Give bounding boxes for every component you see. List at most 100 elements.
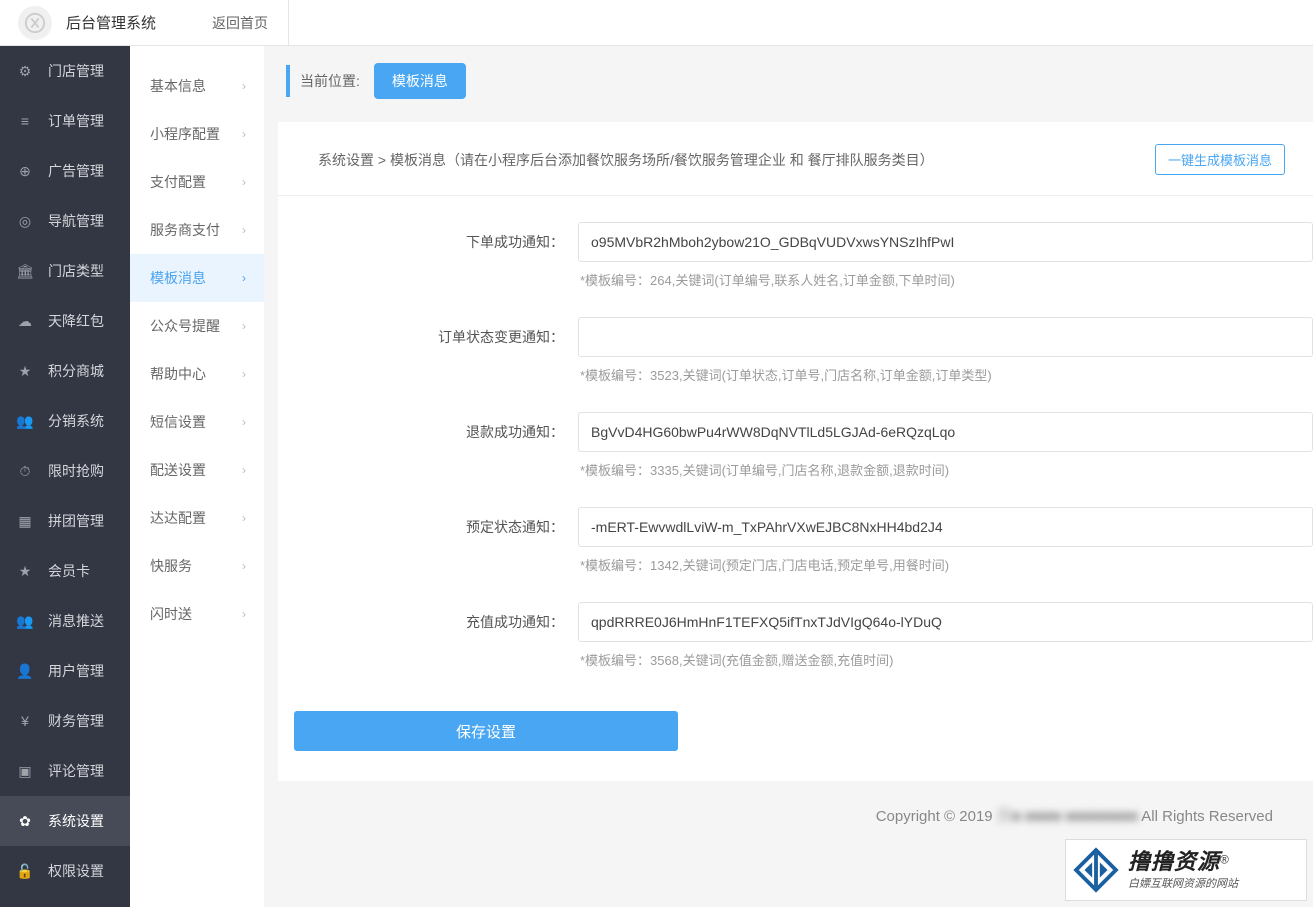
back-home-link[interactable]: 返回首页 [192,0,289,46]
watermark-title: 撸撸资源 [1128,849,1220,874]
footer-prefix: Copyright © 2019 [876,808,997,825]
primary-nav-item-8[interactable]: ⏱限时抢购 [0,446,130,496]
breadcrumb-badge[interactable]: 模板消息 [374,63,466,99]
secondary-nav-label: 闪时送 [150,604,192,624]
chevron-right-icon: › [242,127,246,141]
chevron-right-icon: › [242,175,246,189]
secondary-nav-label: 支付配置 [150,172,206,192]
primary-nav-label: 系统设置 [48,811,104,831]
secondary-nav-label: 快服务 [150,556,192,576]
secondary-nav-item-7[interactable]: 短信设置 › [130,398,264,446]
save-button[interactable]: 保存设置 [294,711,678,751]
primary-nav-label: 会员卡 [48,561,90,581]
panel-header: 系统设置 > 模板消息（请在小程序后台添加餐饮服务场所/餐饮服务管理企业 和 餐… [278,144,1313,196]
form-row-0: 下单成功通知：*模板编号：264,关键词(订单编号,联系人姓名,订单金额,下单时… [278,222,1313,307]
chevron-right-icon: › [242,511,246,525]
watermark-reg: ® [1220,852,1229,866]
chevron-right-icon: › [242,415,246,429]
secondary-nav-label: 短信设置 [150,412,206,432]
primary-nav-item-12[interactable]: 👤 用户管理 [0,646,130,696]
primary-nav-item-5[interactable]: ☁天降红包 [0,296,130,346]
secondary-nav-item-0[interactable]: 基本信息 › [130,62,264,110]
secondary-sidebar: 基本信息›小程序配置›支付配置›服务商支付›模板消息›公众号提醒›帮助中心›短信… [130,46,264,907]
chevron-right-icon: › [242,607,246,621]
chevron-right-icon: › [242,559,246,573]
primary-nav-item-2[interactable]: ⊕ 广告管理 [0,146,130,196]
primary-nav-item-4[interactable]: 🏛门店类型 [0,246,130,296]
primary-nav-item-0[interactable]: ⚙门店管理 [0,46,130,96]
primary-nav-label: 用户管理 [48,661,104,681]
form-hint: *模板编号：3568,关键词(充值金额,赠送金额,充值时间) [578,650,1313,669]
comment-icon: ▣ [16,762,34,780]
primary-nav-item-9[interactable]: ▦拼团管理 [0,496,130,546]
secondary-nav-item-6[interactable]: 帮助中心› [130,350,264,398]
system-title: 后台管理系统 [66,12,156,33]
footer-suffix: All Rights Reserved [1138,808,1273,825]
template-id-input-3[interactable] [578,507,1313,547]
secondary-nav-label: 小程序配置 [150,124,220,144]
primary-nav-label: 财务管理 [48,711,104,731]
primary-nav-item-11[interactable]: 👥 消息推送 [0,596,130,646]
primary-nav-label: 门店管理 [48,61,104,81]
secondary-nav-item-5[interactable]: 公众号提醒› [130,302,264,350]
gear-icon: ✿ [16,812,34,830]
globe-icon: ⊕ [16,162,34,180]
primary-nav-label: 广告管理 [48,161,104,181]
primary-nav-item-15[interactable]: ✿ 系统设置 [0,796,130,846]
clock-icon: ⏱ [16,462,34,480]
secondary-nav-item-10[interactable]: 快服务 › [130,542,264,590]
primary-nav-item-1[interactable]: ≡订单管理 [0,96,130,146]
form-row-3: 预定状态通知：*模板编号：1342,关键词(预定门店,门店电话,预定单号,用餐时… [278,507,1313,592]
secondary-nav-item-4[interactable]: 模板消息› [130,254,264,302]
cloud-icon: ☁ [16,312,34,330]
watermark-logo-icon [1072,846,1120,894]
chevron-right-icon: › [242,223,246,237]
star-icon: ★ [16,562,34,580]
primary-nav-item-13[interactable]: ¥ 财务管理 [0,696,130,746]
primary-nav-item-3[interactable]: ◎导航管理 [0,196,130,246]
user-icon: 👤 [16,662,34,680]
chevron-right-icon: › [242,79,246,93]
template-id-input-0[interactable] [578,222,1313,262]
primary-sidebar: ⚙门店管理≡订单管理 ⊕ 广告管理 ◎导航管理🏛门店类型☁天降红包 ★ 积分商城 👥分销系统… [0,46,130,907]
secondary-nav-item-11[interactable]: 闪时送 › [130,590,264,638]
yen-icon: ¥ [16,712,34,730]
template-id-input-1[interactable] [578,317,1313,357]
primary-nav-label: 门店类型 [48,261,104,281]
form-hint: *模板编号：264,关键词(订单编号,联系人姓名,订单金额,下单时间) [578,270,1313,289]
main-content: 当前位置: 模板消息 系统设置 > 模板消息（请在小程序后台添加餐饮服务场所/餐… [264,46,1313,907]
star-icon: ★ [16,362,34,380]
primary-nav-label: 消息推送 [48,611,104,631]
primary-nav-label: 权限设置 [48,861,104,881]
primary-nav-label: 评论管理 [48,761,104,781]
form-label: 订单状态变更通知： [318,317,578,347]
primary-nav-item-6[interactable]: ★ 积分商城 [0,346,130,396]
secondary-nav-item-9[interactable]: 达达配置› [130,494,264,542]
secondary-nav-item-2[interactable]: 支付配置 › [130,158,264,206]
form-label: 预定状态通知： [318,507,578,537]
primary-nav-item-14[interactable]: ▣ 评论管理 [0,746,130,796]
secondary-nav-label: 配送设置 [150,460,206,480]
secondary-nav-item-8[interactable]: 配送设置› [130,446,264,494]
secondary-nav-label: 公众号提醒 [150,316,220,336]
secondary-nav-label: 基本信息 [150,76,206,96]
grid-icon: ▦ [16,512,34,530]
secondary-nav-item-1[interactable]: 小程序配置 › [130,110,264,158]
template-id-input-2[interactable] [578,412,1313,452]
primary-nav-item-10[interactable]: ★ 会员卡 [0,546,130,596]
primary-nav-label: 订单管理 [48,111,104,131]
form-hint: *模板编号：3335,关键词(订单编号,门店名称,退款金额,退款时间) [578,460,1313,479]
footer: Copyright © 2019 贝■ ■■■■ ■■■■■■■■ All Ri… [278,781,1313,826]
form-hint: *模板编号：3523,关键词(订单状态,订单号,门店名称,订单金额,订单类型) [578,365,1313,384]
primary-nav-item-7[interactable]: 👥分销系统 [0,396,130,446]
template-id-input-4[interactable] [578,602,1313,642]
form-row-1: 订单状态变更通知：*模板编号：3523,关键词(订单状态,订单号,门店名称,订单… [278,317,1313,402]
secondary-nav-item-3[interactable]: 服务商支付› [130,206,264,254]
chevron-right-icon: › [242,271,246,285]
footer-blurred: 贝■ ■■■■ ■■■■■■■■ [997,805,1138,826]
generate-template-button[interactable]: 一键生成模板消息 [1155,144,1285,175]
users-icon: 👥 [16,612,34,630]
primary-nav-item-16[interactable]: 🔓权限设置 [0,846,130,896]
primary-nav-label: 积分商城 [48,361,104,381]
panel-breadcrumb-text: 系统设置 > 模板消息（请在小程序后台添加餐饮服务场所/餐饮服务管理企业 和 餐… [318,150,934,170]
